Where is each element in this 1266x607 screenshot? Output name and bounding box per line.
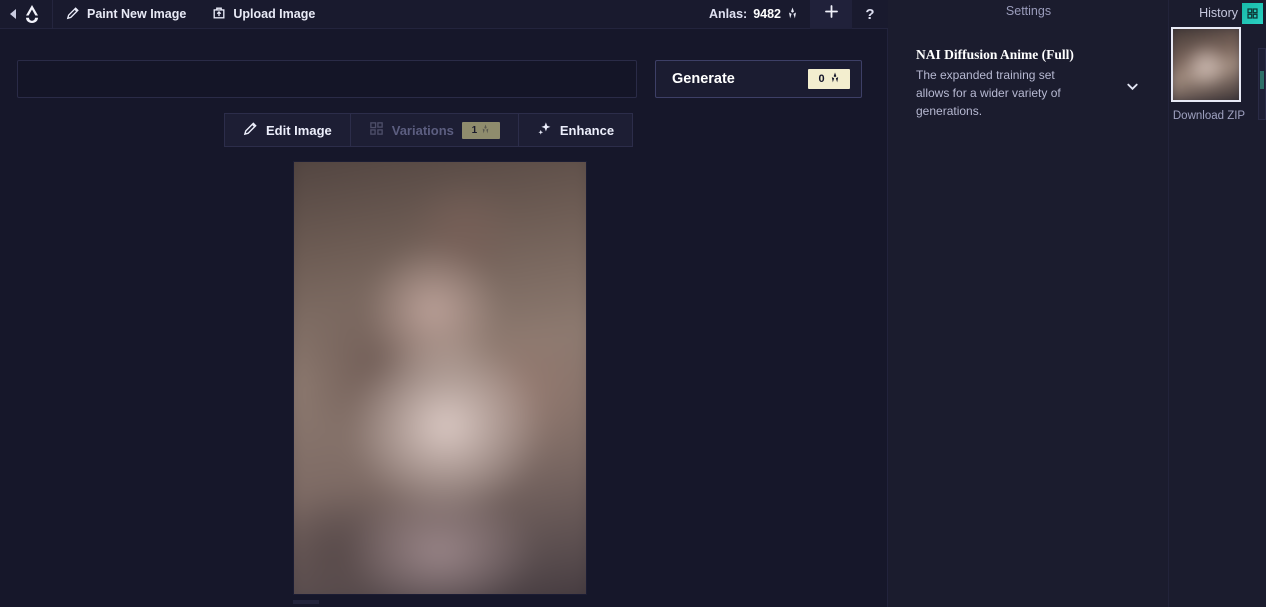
generate-cost-badge: 0	[808, 69, 850, 89]
history-header: History	[1169, 2, 1266, 24]
upload-icon	[212, 6, 226, 23]
anlas-counter[interactable]: Anlas: 9482	[697, 0, 810, 29]
variations-cost-badge: 1	[461, 121, 500, 139]
generate-button[interactable]: Generate 0	[655, 60, 862, 98]
history-panel: History Download ZIP	[1169, 0, 1266, 607]
generated-image	[294, 162, 586, 594]
generate-label: Generate	[672, 71, 735, 87]
plus-icon	[823, 3, 840, 25]
enhance-button[interactable]: Enhance	[518, 113, 634, 147]
grid-icon	[369, 121, 384, 139]
model-name: NAI Diffusion Anime (Full)	[916, 47, 1074, 62]
generated-image-container[interactable]	[293, 161, 587, 595]
scrollbar-thumb[interactable]	[1260, 71, 1264, 89]
image-scroll-indicator	[293, 600, 319, 604]
generate-cost-value: 0	[818, 73, 825, 85]
upload-image-button[interactable]: Upload Image	[199, 0, 328, 29]
left-caret-icon[interactable]	[10, 9, 16, 19]
anlas-icon	[481, 124, 490, 137]
history-scrollbar[interactable]	[1258, 48, 1266, 120]
history-thumbnail-image	[1173, 29, 1239, 100]
image-action-buttons: Edit Image Variations 1 Enhance	[224, 113, 634, 147]
history-title: History	[1199, 6, 1238, 20]
help-button[interactable]: ?	[852, 0, 888, 29]
paint-new-image-button[interactable]: Paint New Image	[53, 0, 199, 29]
history-thumbnail[interactable]	[1171, 27, 1241, 102]
sparkle-icon	[537, 121, 552, 139]
paint-new-image-label: Paint New Image	[87, 7, 187, 21]
upload-image-label: Upload Image	[233, 7, 316, 21]
edit-image-button[interactable]: Edit Image	[224, 113, 351, 147]
main-content-area: Paint New Image Upload Image Anlas: 9482	[0, 0, 888, 607]
variations-label: Variations	[391, 122, 454, 138]
chevron-down-icon[interactable]	[1125, 79, 1140, 94]
novelai-logo[interactable]	[23, 4, 41, 24]
logo-zone	[0, 0, 53, 29]
variations-button[interactable]: Variations 1	[350, 113, 519, 147]
settings-panel: Settings NAI Diffusion Anime (Full) The …	[888, 0, 1169, 607]
anlas-value: 9482	[753, 7, 781, 21]
prompt-input[interactable]	[17, 60, 637, 98]
settings-title: Settings	[1005, 4, 1052, 18]
anlas-icon	[830, 72, 840, 86]
model-description: The expanded training set allows for a w…	[916, 68, 1061, 118]
enhance-label: Enhance	[559, 122, 615, 138]
anlas-icon	[787, 7, 798, 22]
model-selector[interactable]: NAI Diffusion Anime (Full) The expanded …	[916, 47, 1140, 120]
add-button[interactable]	[810, 0, 852, 29]
grid-badge-icon[interactable]	[1242, 2, 1263, 24]
variations-cost-value: 1	[471, 124, 478, 136]
pen-icon	[66, 6, 80, 23]
download-zip-button[interactable]: Download ZIP	[1169, 110, 1249, 122]
model-text: NAI Diffusion Anime (Full) The expanded …	[916, 47, 1125, 120]
anlas-label: Anlas:	[708, 7, 748, 21]
edit-image-label: Edit Image	[266, 122, 332, 138]
pen-icon	[243, 121, 258, 139]
top-toolbar: Paint New Image Upload Image Anlas: 9482	[0, 0, 888, 29]
